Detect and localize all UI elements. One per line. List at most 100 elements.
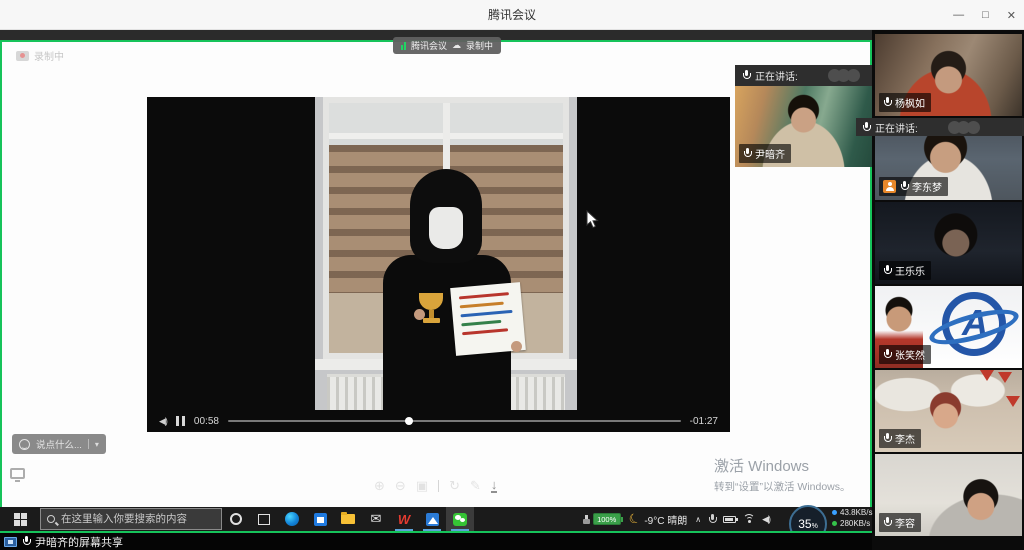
- participant-tile[interactable]: A 张笑然: [875, 286, 1022, 368]
- participant-nameplate: 张笑然: [879, 345, 931, 364]
- edge-button[interactable]: [278, 507, 306, 531]
- tray-chevron-icon[interactable]: ∧: [695, 515, 701, 524]
- task-view-icon: [258, 514, 270, 525]
- activate-subtitle: 转到“设置”以激活 Windows。: [714, 479, 851, 494]
- participant-nameplate: 王乐乐: [879, 261, 931, 280]
- weather-text: -9°C 晴朗: [644, 512, 687, 527]
- screen-share-icon: [4, 537, 17, 547]
- progress-knob[interactable]: [405, 417, 413, 425]
- wps-button[interactable]: W: [390, 507, 418, 531]
- mic-icon: [900, 181, 908, 192]
- original-size-icon[interactable]: ▣: [416, 478, 428, 494]
- file-explorer-button[interactable]: [334, 507, 362, 531]
- mic-icon: [883, 97, 891, 108]
- cortana-icon: [230, 513, 242, 525]
- cortana-button[interactable]: [222, 507, 250, 531]
- participants-sidebar: 杨枫如 李东梦 王乐乐 A 张笑然 李杰 李容: [872, 30, 1024, 550]
- maximize-button[interactable]: □: [982, 9, 989, 21]
- minimize-button[interactable]: —: [953, 9, 964, 21]
- participant-name: 李容: [895, 515, 915, 530]
- mic-icon: [862, 122, 870, 133]
- mail-button[interactable]: ✉: [362, 507, 390, 531]
- search-input[interactable]: [61, 513, 211, 525]
- docs-app-button[interactable]: [418, 507, 446, 531]
- taskbar-right: 100% ☾ -9°C 晴朗 ∧ ◀): [583, 507, 872, 531]
- download-icon[interactable]: ↓: [491, 479, 498, 493]
- rotate-icon[interactable]: ↻: [449, 478, 460, 494]
- taskbar: ✉ W 100% ☾ -9°C 晴朗 ∧ ◀) 35: [0, 507, 872, 531]
- pause-button[interactable]: [176, 416, 185, 426]
- close-button[interactable]: ✕: [1007, 9, 1016, 22]
- emoji-icon: [19, 439, 30, 450]
- activate-windows-watermark: 激活 Windows 转到“设置”以激活 Windows。: [714, 455, 851, 494]
- remaining-time: -01:27: [690, 416, 718, 427]
- participant-nameplate: 李容: [879, 513, 921, 532]
- chevron-down-icon[interactable]: ▾: [95, 440, 99, 449]
- meeting-recording-pill[interactable]: 腾讯会议 ☁ 录制中: [393, 37, 501, 54]
- windows-logo-icon: [14, 513, 27, 526]
- quick-chat-bubble[interactable]: 说点什么... ▾: [12, 434, 106, 454]
- speaking-banner-label: 正在讲话:: [875, 120, 918, 135]
- wifi-icon[interactable]: [743, 514, 755, 524]
- participant-tile[interactable]: 李杰: [875, 370, 1022, 452]
- wechat-icon: [453, 513, 467, 526]
- mic-icon: [883, 349, 891, 360]
- participant-tile[interactable]: 李容: [875, 454, 1022, 536]
- scene-person-hand: [414, 309, 425, 320]
- wps-icon: W: [398, 512, 410, 527]
- watermark-logo: [828, 69, 864, 82]
- wechat-button[interactable]: [446, 507, 474, 531]
- image-viewer-toolbar: ⊕ ⊖ ▣ ↻ ✎ ↓: [374, 478, 497, 494]
- watermark-logo: [948, 121, 984, 134]
- window-title: 腾讯会议: [488, 6, 536, 23]
- speaker-icon[interactable]: ◀): [762, 514, 770, 525]
- screen-share-area: 录制中: [0, 40, 872, 533]
- divider: [88, 439, 89, 449]
- participant-name: 杨枫如: [895, 95, 925, 110]
- zoom-in-icon[interactable]: ⊕: [374, 478, 385, 494]
- participant-nameplate: 李东梦: [879, 177, 948, 196]
- edge-icon: [285, 512, 299, 526]
- cloud-record-icon: ☁: [452, 40, 461, 51]
- participant-name: 李东梦: [912, 179, 942, 194]
- upload-speed: 43.8KB/s: [832, 508, 872, 517]
- edit-icon[interactable]: ✎: [470, 478, 481, 494]
- pill-app-name: 腾讯会议: [411, 39, 447, 52]
- player-volume-icon[interactable]: ◀): [159, 416, 167, 427]
- current-time: 00:58: [194, 416, 219, 427]
- participant-tile[interactable]: 杨枫如: [875, 34, 1022, 116]
- participant-nameplate: 杨枫如: [879, 93, 931, 112]
- recording-label: 录制中: [34, 48, 64, 63]
- speaking-banner: 正在讲话:: [856, 118, 1024, 136]
- video-player: ◀) 00:58 -01:27: [147, 97, 730, 432]
- zoom-out-icon[interactable]: ⊖: [395, 478, 406, 494]
- recording-indicator: 录制中: [16, 48, 64, 63]
- task-view-button[interactable]: [250, 507, 278, 531]
- video-content[interactable]: [315, 97, 577, 410]
- host-badge-icon: [883, 180, 896, 193]
- mic-icon: [883, 517, 891, 528]
- participant-name: 李杰: [895, 431, 915, 446]
- participant-tile[interactable]: 王乐乐: [875, 202, 1022, 284]
- progress-track[interactable]: [228, 420, 681, 422]
- cpu-percent-value: 35: [798, 517, 811, 531]
- window-titlebar: 腾讯会议 — □ ✕: [0, 0, 1024, 30]
- scene-trophy-stem: [429, 310, 434, 318]
- tray-mic-icon[interactable]: [708, 514, 716, 525]
- active-speaker-panel: 正在讲话: 尹暗齐: [735, 65, 872, 167]
- weather-widget[interactable]: ☾ -9°C 晴朗: [629, 511, 688, 527]
- speaker-name: 尹暗齐: [755, 146, 785, 161]
- tray-battery-icon[interactable]: [723, 516, 736, 523]
- taskbar-search[interactable]: [40, 508, 222, 530]
- scene-person-hand: [511, 341, 522, 352]
- start-button[interactable]: [0, 507, 40, 531]
- monitor-icon[interactable]: [10, 468, 25, 479]
- participant-name: 张笑然: [895, 347, 925, 362]
- mic-icon: [22, 536, 30, 547]
- download-dot-icon: [832, 521, 837, 526]
- participant-nameplate: 李杰: [879, 429, 921, 448]
- store-button[interactable]: [306, 507, 334, 531]
- mic-icon: [883, 433, 891, 444]
- search-icon: [47, 515, 55, 523]
- scene-trophy-base: [423, 318, 440, 323]
